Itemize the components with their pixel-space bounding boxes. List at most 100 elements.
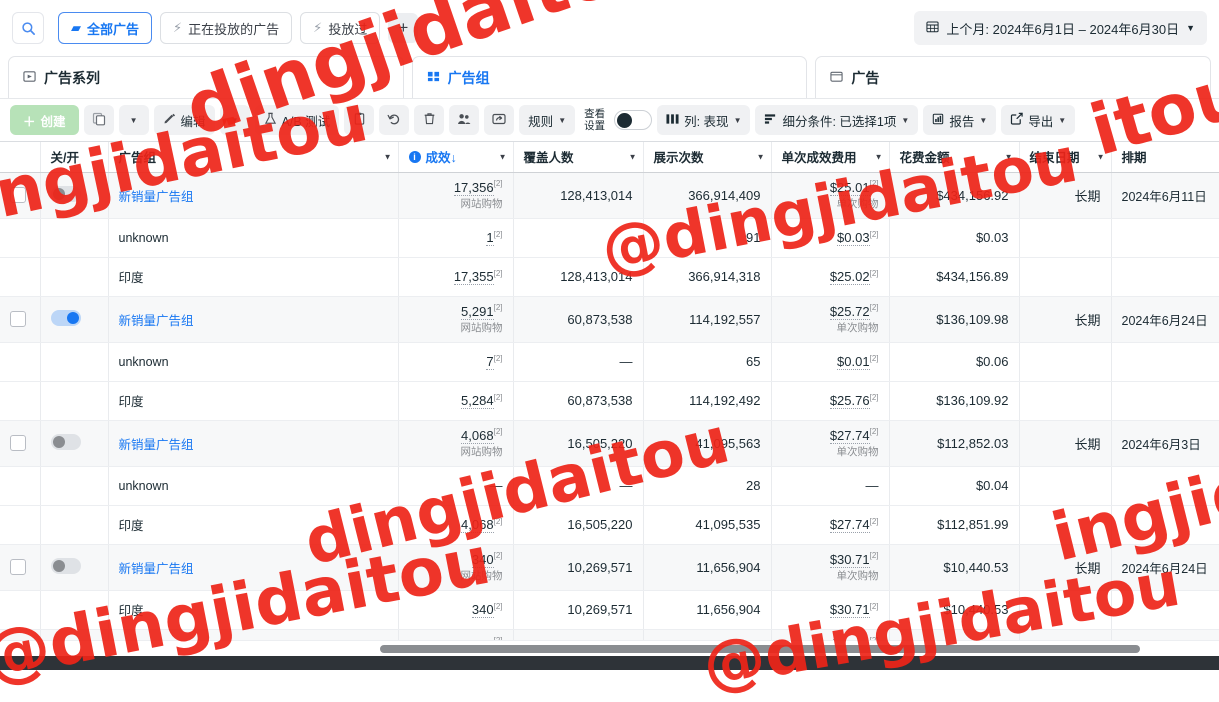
table-subrow[interactable]: unknown 7[2] —65 $0.01[2] $0.06: [0, 342, 1219, 382]
clipboard-button[interactable]: [344, 105, 375, 135]
adset-name-cell[interactable]: 新销量广告组: [108, 420, 399, 467]
impressions-cell: 114,192,492: [643, 381, 772, 421]
row-checkbox-cell[interactable]: [0, 544, 41, 591]
chevron-down-icon[interactable]: ▼: [629, 152, 637, 161]
duplicate-button[interactable]: [83, 105, 114, 135]
header-end-date[interactable]: 结束日期 ▼: [1019, 142, 1112, 173]
table-subrow[interactable]: 印度 5,284[2] 60,873,538 114,192,492 $25.76[2]…: [0, 381, 1219, 421]
breakdown-button[interactable]: 细分条件: 已选择1项 ▼: [755, 105, 919, 135]
row-toggle-cell[interactable]: [40, 544, 109, 591]
adset-name-link[interactable]: 新销量广告组: [119, 190, 194, 204]
row-toggle-cell[interactable]: [40, 420, 109, 467]
impressions-cell: 41,095,563: [643, 420, 772, 467]
rules-button[interactable]: 规则 ▼: [519, 105, 576, 135]
columns-button[interactable]: 列: 表现 ▼: [657, 105, 751, 135]
reach-cell: —: [513, 342, 644, 382]
filter-active-ads[interactable]: ⚡ 正在投放的广告: [160, 12, 293, 44]
filter-all-ads[interactable]: ▰ 全部广告: [58, 12, 153, 44]
header-impressions[interactable]: 展示次数 ▼: [643, 142, 772, 173]
tab-adsets-label: 广告组: [447, 69, 490, 86]
chevron-down-icon: ▼: [979, 115, 988, 125]
cost-per-result-cell: $30.71[2] 单次购物: [771, 544, 890, 591]
table-subrow[interactable]: 印度 340[2] 10,269,571 11,656,904 $30.71[2] $10…: [0, 590, 1219, 630]
share-button[interactable]: [484, 105, 515, 135]
adsets-table-container[interactable]: 关/开 广告组 ▼ i 成效↓ ▼ 覆盖人数 ▼ 展示次数 ▼ 单次成效费用 ▼…: [0, 142, 1219, 642]
row-checkbox-cell[interactable]: [0, 172, 41, 219]
tab-ads[interactable]: 广告: [815, 56, 1212, 98]
adset-status-toggle[interactable]: [50, 557, 81, 574]
delete-button[interactable]: [414, 105, 445, 135]
export-button[interactable]: 导出 ▼: [1001, 105, 1076, 135]
header-amount-spent[interactable]: 花费金额 ▼: [889, 142, 1020, 173]
row-checkbox[interactable]: [10, 435, 26, 451]
table-row[interactable]: 新销量广告组 340[2] 网站购物 10,269,571 11,656,904 $30.…: [0, 544, 1219, 591]
chevron-down-icon[interactable]: ▼: [757, 152, 765, 161]
row-checkbox-cell[interactable]: [0, 296, 41, 343]
adset-status-toggle[interactable]: [50, 309, 81, 326]
tab-adsets[interactable]: 广告组: [411, 56, 808, 98]
adset-name-link[interactable]: 新销量广告组: [119, 438, 194, 452]
adset-status-toggle[interactable]: [50, 433, 81, 450]
table-row[interactable]: 新销量广告组 5,291[2] 网站购物 60,873,538 114,192,557 $…: [0, 296, 1219, 343]
end-date-cell: 长期: [1019, 172, 1112, 219]
undo-button[interactable]: [379, 105, 410, 135]
adset-name-cell[interactable]: 新销量广告组: [108, 172, 399, 219]
results-cell-value: 17,355: [453, 269, 494, 286]
row-checkbox[interactable]: [10, 559, 26, 575]
chevron-down-icon[interactable]: ▼: [384, 152, 392, 161]
impressions-cell: 11,656,904: [643, 590, 772, 630]
row-toggle-cell[interactable]: [40, 296, 109, 343]
search-icon[interactable]: [12, 12, 44, 44]
chevron-down-icon[interactable]: ▼: [1097, 152, 1105, 161]
duplicate-dropdown-button[interactable]: ▼: [118, 105, 149, 135]
adset-name-link[interactable]: 新销量广告组: [119, 314, 194, 328]
chevron-down-icon[interactable]: ▼: [499, 152, 507, 161]
report-icon: [932, 113, 944, 128]
table-row[interactable]: 新销量广告组 4,068[2] 网站购物 16,505,220 41,095,563 $2…: [0, 420, 1219, 467]
adset-name-cell[interactable]: 新销量广告组: [108, 544, 399, 591]
adset-name-link[interactable]: 新销量广告组: [119, 562, 194, 576]
row-checkbox[interactable]: [10, 187, 26, 203]
reports-button[interactable]: 报告 ▼: [923, 105, 997, 135]
header-impressions-label: 展示次数: [653, 151, 704, 166]
table-subrow[interactable]: 印度 17,355[2] 128,413,014 366,914,318 $25.02[…: [0, 257, 1219, 297]
results-cell: 5,284[2]: [398, 381, 514, 421]
create-button[interactable]: ＋ 创建: [10, 105, 79, 135]
header-schedule[interactable]: 排期: [1111, 142, 1219, 173]
table-subrow[interactable]: 印度 4,068[2] 16,505,220 41,095,535 $27.74[2] $…: [0, 505, 1219, 545]
reach-cell-value: 128,413,014: [560, 269, 633, 284]
header-reach[interactable]: 覆盖人数 ▼: [513, 142, 644, 173]
amount-spent-cell-value: $10,440.53: [943, 559, 1009, 575]
table-subrow[interactable]: unknown — — 28 — $0.04: [0, 466, 1219, 506]
date-range-selector[interactable]: 上个月: 2024年6月1日 – 2024年6月30日 ▼: [914, 11, 1207, 45]
row-toggle-cell: [40, 257, 109, 297]
edit-dropdown-button[interactable]: ▼: [219, 105, 250, 135]
results-cell-value: 17,356: [453, 179, 494, 196]
ab-test-button[interactable]: A/B 测试: [254, 105, 340, 135]
schedule-cell: [1111, 218, 1219, 258]
impressions-cell: 28: [643, 466, 772, 506]
header-cost-per-result[interactable]: 单次成效费用 ▼: [771, 142, 890, 173]
add-filter-button[interactable]: +: [388, 13, 419, 43]
header-adset-name[interactable]: 广告组 ▼: [108, 142, 399, 173]
header-select-all[interactable]: [0, 142, 41, 173]
adset-name-cell[interactable]: 新销量广告组: [108, 296, 399, 343]
header-results[interactable]: i 成效↓ ▼: [398, 142, 514, 173]
audience-button[interactable]: [449, 105, 480, 135]
table-subrow[interactable]: unknown 1[2] 91 $0.03[2] $0.03: [0, 218, 1219, 258]
edit-button[interactable]: 编辑: [153, 105, 215, 135]
chevron-down-icon[interactable]: ▼: [1005, 152, 1013, 161]
row-checkbox[interactable]: [10, 311, 26, 327]
tab-campaigns[interactable]: 广告系列: [8, 56, 404, 98]
horizontal-scrollbar[interactable]: [0, 640, 1219, 656]
scrollbar-thumb[interactable]: [380, 645, 1140, 653]
view-settings-toggle[interactable]: [614, 110, 653, 130]
filter-delivered-ads[interactable]: ⚡ 投放过: [300, 12, 381, 44]
table-row[interactable]: 新销量广告组 17,356[2] 网站购物 128,413,014 366,914,40…: [0, 172, 1219, 219]
chevron-down-icon[interactable]: ▼: [875, 152, 883, 161]
window-bottom-strip: [0, 656, 1219, 670]
amount-spent-cell: $136,109.92: [889, 381, 1020, 421]
adset-status-toggle[interactable]: [50, 185, 81, 202]
row-checkbox-cell[interactable]: [0, 420, 41, 467]
row-toggle-cell[interactable]: [40, 172, 109, 219]
